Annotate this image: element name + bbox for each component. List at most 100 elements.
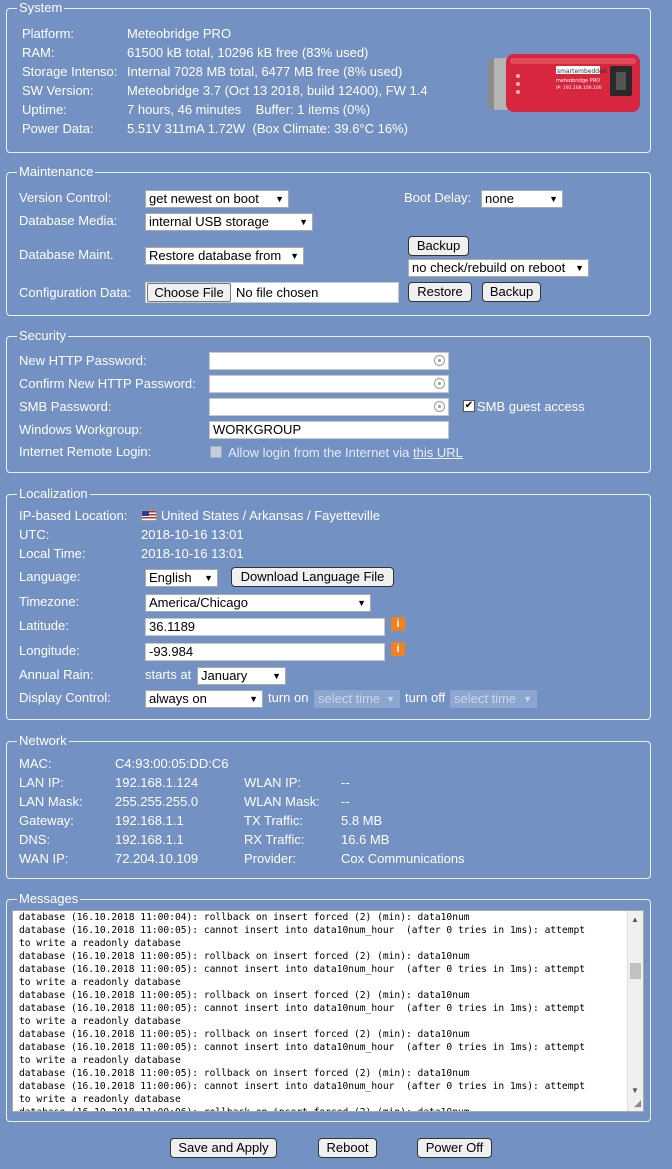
system-title: System xyxy=(17,0,65,17)
platform-label: Platform: xyxy=(22,26,75,41)
confirm-password-label: Confirm New HTTP Password: xyxy=(19,376,196,391)
latitude-input[interactable]: 36.1189 xyxy=(145,618,385,636)
password-key-icon xyxy=(434,355,445,366)
database-media-label: Database Media: xyxy=(19,213,118,228)
meteobridge-device-image: smartembedded meteobridge PRO IP: 192.16… xyxy=(488,54,640,112)
longitude-info-icon[interactable]: i xyxy=(391,642,405,656)
mac-value: C4:93:00:05:DD:C6 xyxy=(115,756,229,771)
power-data-label: Power Data: xyxy=(22,121,94,136)
database-maint-select[interactable]: Restore database from ▼ xyxy=(145,247,304,265)
provider-label: Provider: xyxy=(244,851,297,866)
database-maint-label: Database Maint. xyxy=(19,247,114,262)
rx-traffic-label: RX Traffic: xyxy=(244,832,305,847)
us-flag-icon xyxy=(141,510,157,521)
new-password-input[interactable] xyxy=(209,352,449,370)
resize-grip-icon[interactable]: ◢ xyxy=(634,1098,641,1109)
messages-log[interactable]: database (16.10.2018 11:00:04): rollback… xyxy=(12,910,644,1112)
wlan-mask-value: -- xyxy=(341,794,350,809)
configuration-backup-button[interactable]: Backup xyxy=(482,282,541,302)
longitude-input[interactable]: -93.984 xyxy=(145,643,385,661)
wan-ip-label: WAN IP: xyxy=(19,851,69,866)
messages-log-text: database (16.10.2018 11:00:04): rollback… xyxy=(19,912,586,1111)
no-file-chosen-text: No file chosen xyxy=(236,285,319,300)
rain-start-month-select[interactable]: January ▼ xyxy=(197,667,286,685)
reboot-button[interactable]: Reboot xyxy=(318,1138,377,1158)
device-brand: smartembedded xyxy=(557,68,607,75)
turn-on-time-select[interactable]: select time ▼ xyxy=(314,690,400,708)
database-check-select[interactable]: no check/rebuild on reboot ▼ xyxy=(408,259,589,277)
timezone-label: Timezone: xyxy=(19,594,80,609)
gateway-value: 192.168.1.1 xyxy=(115,813,184,828)
version-control-select[interactable]: get newest on boot ▼ xyxy=(145,190,289,208)
lan-ip-value: 192.168.1.124 xyxy=(115,775,199,790)
configuration-data-label: Configuration Data: xyxy=(19,285,132,300)
smb-guest-checkbox[interactable]: ✔ xyxy=(463,400,475,412)
storage-value: Internal 7028 MB total, 6477 MB free (8%… xyxy=(127,64,403,79)
tx-traffic-label: TX Traffic: xyxy=(244,813,303,828)
database-media-select[interactable]: internal USB storage ▼ xyxy=(145,213,313,231)
language-label: Language: xyxy=(19,569,81,584)
latitude-label: Latitude: xyxy=(19,618,69,633)
tx-traffic-value: 5.8 MB xyxy=(341,813,383,828)
mac-label: MAC: xyxy=(19,756,52,771)
local-time-value: 2018-10-16 13:01 xyxy=(141,546,244,561)
sw-version-label: SW Version: xyxy=(22,83,94,98)
utc-value: 2018-10-16 13:01 xyxy=(141,527,244,542)
lan-mask-label: LAN Mask: xyxy=(19,794,83,809)
scroll-down-icon[interactable]: ▼ xyxy=(631,1086,639,1095)
local-time-label: Local Time: xyxy=(19,546,86,561)
uptime-value: 7 hours, 46 minutes Buffer: 1 items (0%) xyxy=(127,102,371,117)
password-key-icon xyxy=(434,378,445,389)
annual-rain-label: Annual Rain: xyxy=(19,667,94,682)
power-off-button[interactable]: Power Off xyxy=(417,1138,492,1158)
database-backup-button[interactable]: Backup xyxy=(408,236,469,256)
smb-guest-label: SMB guest access xyxy=(477,399,585,414)
scroll-up-icon[interactable]: ▲ xyxy=(631,915,639,924)
sw-version-value: Meteobridge 3.7 (Oct 13 2018, build 1240… xyxy=(127,83,428,98)
remote-login-url-link[interactable]: this URL xyxy=(413,445,463,460)
version-control-label: Version Control: xyxy=(19,190,112,205)
wlan-ip-label: WLAN IP: xyxy=(244,775,302,790)
workgroup-label: Windows Workgroup: xyxy=(19,422,143,437)
smb-password-label: SMB Password: xyxy=(19,399,112,414)
language-select[interactable]: English ▼ xyxy=(145,569,218,587)
restore-button[interactable]: Restore xyxy=(408,282,472,302)
confirm-password-input[interactable] xyxy=(209,375,449,393)
download-language-button[interactable]: Download Language File xyxy=(231,567,394,587)
messages-title: Messages xyxy=(17,890,81,908)
display-control-label: Display Control: xyxy=(19,690,111,705)
wlan-ip-value: -- xyxy=(341,775,350,790)
ip-location-value: United States / Arkansas / Fayetteville xyxy=(161,508,380,523)
boot-delay-label: Boot Delay: xyxy=(404,190,472,205)
gateway-label: Gateway: xyxy=(19,813,74,828)
messages-scrollbar[interactable]: ▲ ▼ xyxy=(627,911,643,1111)
smb-password-input[interactable] xyxy=(209,398,449,416)
save-and-apply-button[interactable]: Save and Apply xyxy=(170,1138,277,1158)
display-control-select[interactable]: always on ▼ xyxy=(145,690,263,708)
turn-off-time-select[interactable]: select time ▼ xyxy=(450,690,537,708)
security-title: Security xyxy=(17,327,68,345)
maintenance-title: Maintenance xyxy=(17,163,96,181)
lan-mask-value: 255.255.255.0 xyxy=(115,794,199,809)
timezone-select[interactable]: America/Chicago ▼ xyxy=(145,594,371,612)
dns-label: DNS: xyxy=(19,832,51,847)
password-key-icon xyxy=(434,401,445,412)
ram-label: RAM: xyxy=(22,45,55,60)
new-password-label: New HTTP Password: xyxy=(19,353,147,368)
utc-label: UTC: xyxy=(19,527,50,542)
network-title: Network xyxy=(17,732,69,750)
latitude-info-icon[interactable]: i xyxy=(391,617,405,631)
scroll-thumb[interactable] xyxy=(630,963,641,979)
choose-file-button[interactable]: Choose File xyxy=(147,283,231,302)
remote-login-checkbox[interactable] xyxy=(210,446,222,458)
wlan-mask-label: WLAN Mask: xyxy=(244,794,320,809)
device-ip: IP: 192.168.100.100 xyxy=(556,85,602,91)
boot-delay-select[interactable]: none ▼ xyxy=(481,190,563,208)
dns-value: 192.168.1.1 xyxy=(115,832,184,847)
configuration-file-input[interactable]: Choose File No file chosen xyxy=(145,282,399,303)
ram-value: 61500 kB total, 10296 kB free (83% used) xyxy=(127,45,369,60)
device-model: meteobridge PRO xyxy=(556,78,600,84)
platform-value: Meteobridge PRO xyxy=(127,26,232,41)
provider-value: Cox Communications xyxy=(341,851,465,866)
workgroup-input[interactable]: WORKGROUP xyxy=(209,421,449,439)
